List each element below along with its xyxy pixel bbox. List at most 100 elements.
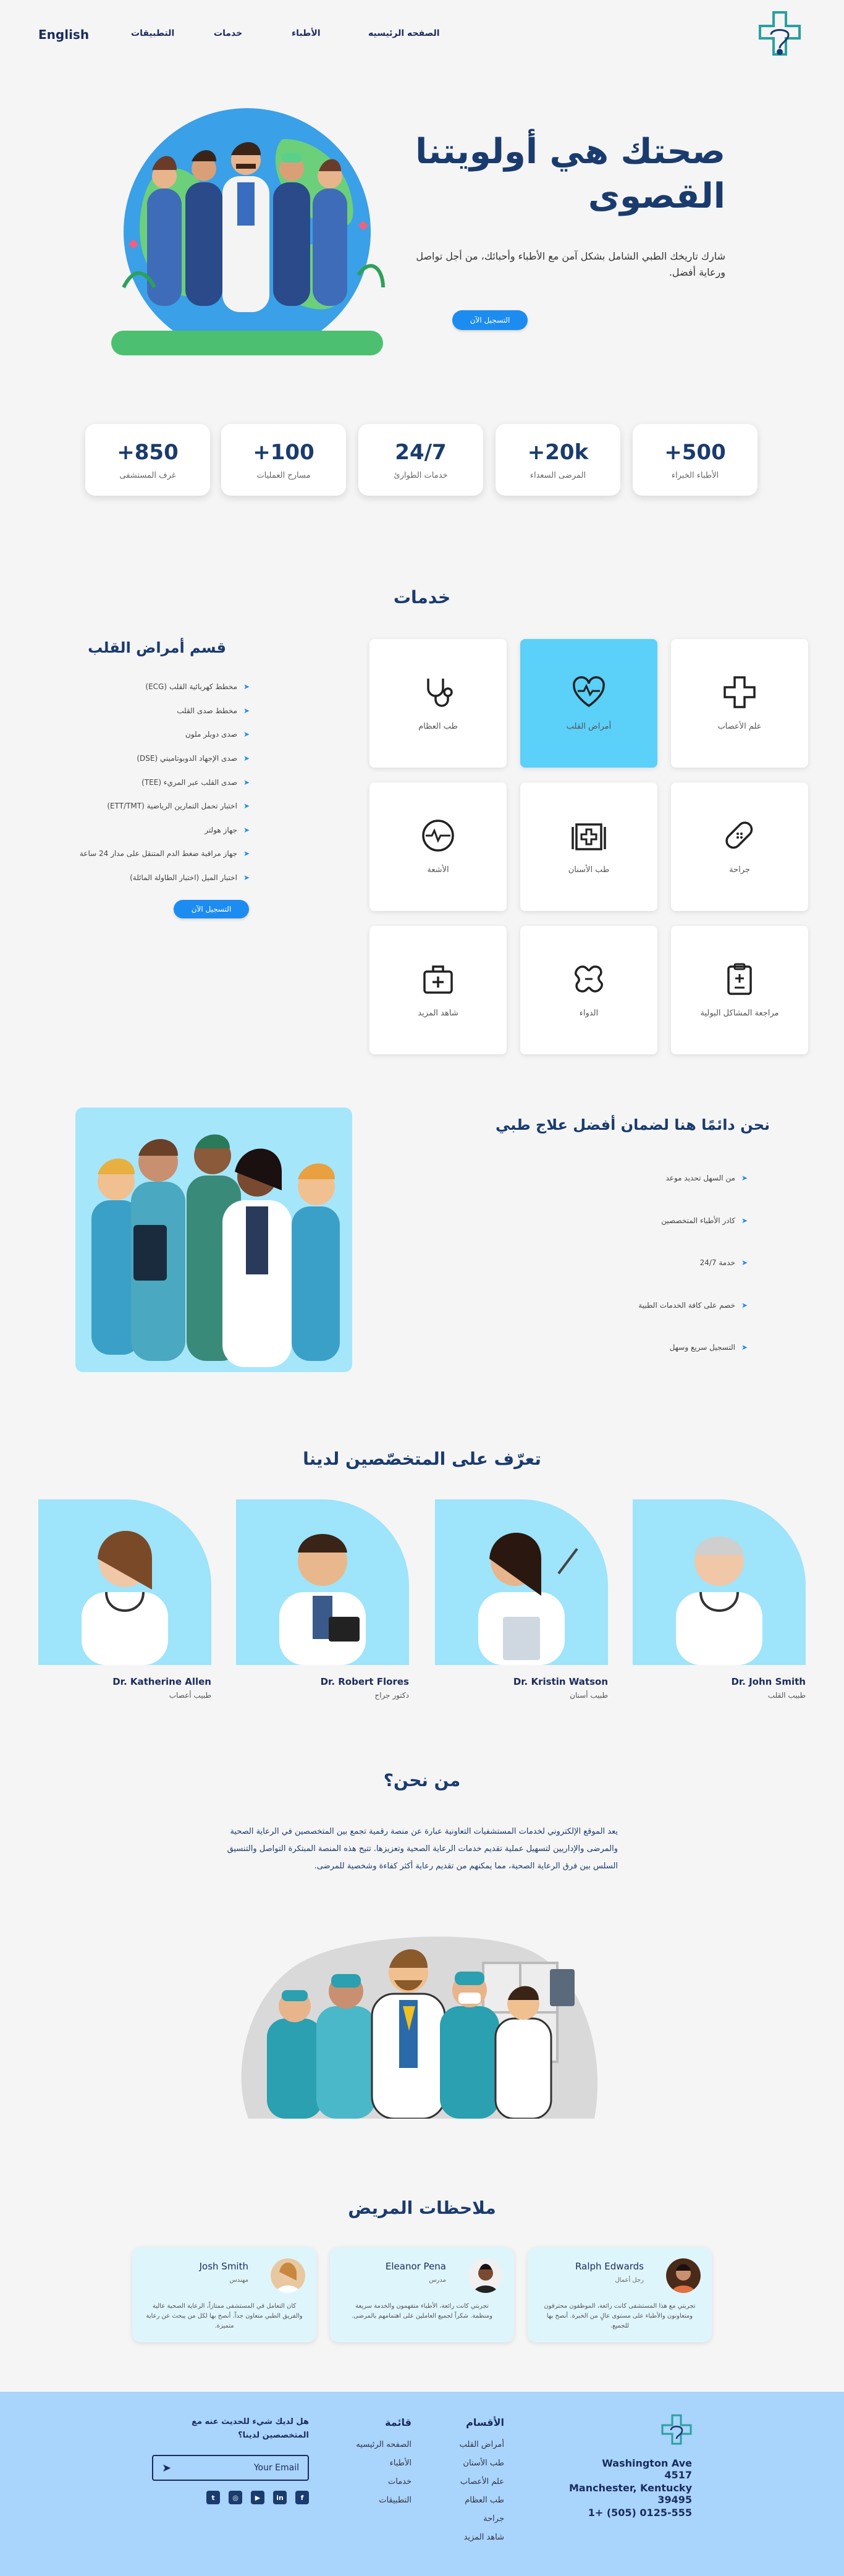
arrow-icon: ➤ <box>243 873 250 883</box>
stat-number: +850 <box>117 440 179 465</box>
facebook-icon[interactable]: f <box>295 2491 309 2504</box>
stat-card-rooms: +850 غرف المستشفى <box>85 424 210 496</box>
arrow-icon: ➤ <box>741 1300 748 1310</box>
nav-doctors[interactable]: الأطباء <box>292 28 321 38</box>
stat-number: +500 <box>664 440 726 465</box>
service-label: جراحة <box>729 865 750 875</box>
list-item: ➤ خصم على كافة الخدمات الطبية <box>638 1300 748 1310</box>
hero-subtitle: شارك تاريخك الطبي الشامل بشكل آمن مع الأ… <box>416 250 725 278</box>
nav-services[interactable]: خدمات <box>214 28 242 38</box>
send-icon[interactable]: ➤ <box>162 2462 171 2475</box>
nav-home[interactable]: الصفحه الرئيسيه <box>368 28 440 38</box>
arrow-icon: ➤ <box>741 1343 748 1352</box>
reviewer-name: Josh Smith <box>199 2261 248 2272</box>
list-item: ➤ جهاز مراقبة ضغط الدم المتنقل على مدار 2… <box>79 849 250 858</box>
review-text: تجربتي مع هذا المستشفى كانت رائعة، الموظ… <box>544 2303 696 2329</box>
list-item: ➤ خدمة 24/7 <box>699 1258 748 1268</box>
list-item: ➤ صدى القلب عبر المريء (TEE) <box>141 777 250 787</box>
footer-link[interactable]: شاهد المزيد <box>464 2533 504 2542</box>
stat-card-patients: +20k المرضى السعداء <box>496 424 620 496</box>
twitter-icon[interactable]: t <box>206 2491 220 2504</box>
stat-label: الأطباء الخبراء <box>671 471 719 480</box>
hero-title: صحتك هي أولويتنا القصوى <box>415 132 725 216</box>
service-card-cardiology[interactable]: أمراض القلب <box>520 639 657 768</box>
service-card-urology[interactable]: مراجعة المشاكل البولية <box>671 926 808 1054</box>
phone-number[interactable]: 1+ (505) 0125-555 <box>581 2507 692 2519</box>
review-text: كان التعامل في المستشفى ممتازاً، الرعاية… <box>146 2303 303 2329</box>
reviewer-role: رجل أعمال <box>615 2277 644 2284</box>
list-item: ➤ اختبار تحمل التمارين الرياضية (ETT/TMT) <box>107 802 250 811</box>
service-card-surgery[interactable]: جراحة <box>671 782 808 911</box>
review-card: Eleanor Pena مدرس تجربتي كانت رائعة، الأ… <box>330 2247 514 2342</box>
stat-number: +20k <box>527 440 589 465</box>
list-item: ➤ جهاز هولتر <box>205 825 250 834</box>
department-register-button[interactable]: التسجيل الآن <box>174 900 249 918</box>
hospital-icon <box>572 823 606 850</box>
footer-link[interactable]: التطبيقات <box>379 2496 411 2505</box>
department-title: قسم أمراض القلب <box>88 639 226 656</box>
instagram-icon[interactable]: ◎ <box>229 2491 242 2504</box>
youtube-icon[interactable]: ▶ <box>251 2491 264 2504</box>
review-card: Ralph Edwards رجل أعمال تجربتي مع هذا ال… <box>528 2247 712 2342</box>
stat-card-emergency: 24/7 خدمات الطوارئ <box>358 424 483 496</box>
service-label: أمراض القلب <box>566 722 612 731</box>
plus-icon <box>724 676 756 708</box>
footer-link[interactable]: الأطباء <box>390 2459 411 2468</box>
service-card-orthopedics[interactable]: طب العظام <box>369 639 507 768</box>
newsletter-prompt: هل لديك شيء للحديث عنه مع المتخصصين لدين… <box>192 2417 309 2440</box>
specialists-title: تعرّف على المتخصّصين لدينا <box>303 1449 541 1469</box>
service-card-medicine[interactable]: الدواء <box>520 926 657 1054</box>
service-label: الدواء <box>579 1009 599 1018</box>
stat-label: خدمات الطوارئ <box>394 471 448 480</box>
email-field[interactable]: ➤ Your Email <box>152 2455 309 2481</box>
about-title: من نحن؟ <box>383 1770 461 1790</box>
doctor-card[interactable]: Dr. Katherine Allen طبيب أعصاب <box>38 1499 211 1700</box>
social-links: t ◎ ▶ in f <box>206 2491 309 2504</box>
service-label: الأشعة <box>427 865 449 875</box>
hero-doctors-illustration <box>111 108 385 355</box>
list-item: ➤ كادر الأطباء المتخصصين <box>661 1216 748 1225</box>
footer-link[interactable]: خدمات <box>388 2477 411 2486</box>
language-toggle[interactable]: English <box>38 27 89 42</box>
linkedin-icon[interactable]: in <box>273 2491 287 2504</box>
stat-label: مسارح العمليات <box>256 471 311 480</box>
footer-link[interactable]: علم الأعصاب <box>460 2477 504 2486</box>
footer-menu-list: الصفحه الرئيسيه الأطباء خدمات التطبيقات <box>327 2440 411 2514</box>
doctor-card[interactable]: Dr. Robert Flores دكتور جراح <box>236 1499 409 1700</box>
review-card: Josh Smith مهندس كان التعامل في المستشفى… <box>132 2247 316 2342</box>
service-card-see-more[interactable]: شاهد المزيد <box>369 926 507 1054</box>
footer-link[interactable]: جراحة <box>483 2514 504 2523</box>
doctor-photo <box>236 1499 409 1665</box>
top-nav: English التطبيقات خدمات الأطباء الصفحه ا… <box>0 0 844 68</box>
reviewer-role: مهندس <box>229 2277 248 2284</box>
arrow-icon: ➤ <box>243 682 250 692</box>
logo-icon[interactable] <box>660 2413 693 2446</box>
doctor-name: Dr. John Smith <box>731 1676 806 1687</box>
list-item: ➤ صدى الإجهاد الدوبوتاميني (DSE) <box>137 754 250 763</box>
avatar <box>666 2258 701 2293</box>
department-list: ➤ مخطط كهربائية القلب (ECG) ➤ مخطط صدى الق… <box>15 675 250 889</box>
service-card-neurology[interactable]: علم الأعصاب <box>671 639 808 768</box>
footer-link[interactable]: طب العظام <box>465 2496 504 2505</box>
footer-link[interactable]: الصفحه الرئيسيه <box>356 2440 411 2449</box>
doctor-card[interactable]: Dr. Kristin Watson طبيب أسنان <box>435 1499 608 1700</box>
service-card-radiology[interactable]: الأشعة <box>369 782 507 911</box>
address-line-2: Manchester, Kentucky 39495 <box>569 2482 692 2506</box>
footer-link[interactable]: أمراض القلب <box>460 2440 504 2449</box>
doctor-role: طبيب أسنان <box>570 1691 608 1700</box>
hero-register-button[interactable]: التسجيل الآن <box>452 310 528 330</box>
address-line-1: Washington Ave 4517 <box>602 2457 692 2481</box>
about-text: يعد الموقع الإلكتروني لخدمات المستشفيات … <box>227 1827 618 1871</box>
arrow-icon: ➤ <box>741 1258 748 1268</box>
list-item: ➤ مخطط صدى القلب <box>177 706 250 715</box>
service-card-dentistry[interactable]: طب الأسنان <box>520 782 657 911</box>
nav-apps[interactable]: التطبيقات <box>131 28 174 38</box>
list-item: ➤ صدى دوبلر ملون <box>185 730 250 739</box>
footer-link[interactable]: طب الأسنان <box>463 2459 504 2468</box>
arrow-icon: ➤ <box>243 777 250 787</box>
doctor-card[interactable]: Dr. John Smith طبيب القلب <box>633 1499 806 1700</box>
service-label: علم الأعصاب <box>717 722 762 731</box>
logo-icon[interactable] <box>755 10 804 63</box>
list-item: ➤ مخطط كهربائية القلب (ECG) <box>145 682 250 692</box>
medical-team-illustration <box>75 1108 352 1372</box>
